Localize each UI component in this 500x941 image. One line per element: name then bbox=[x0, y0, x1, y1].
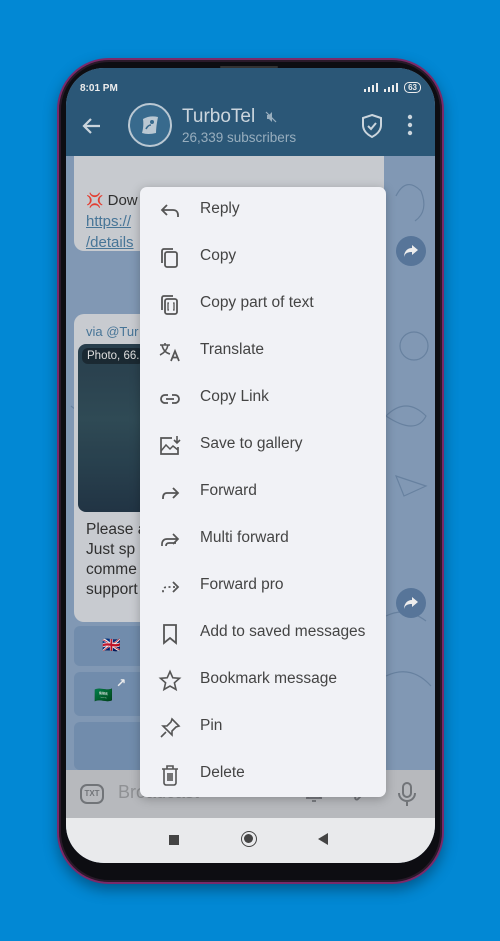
status-icons: 63 bbox=[364, 82, 421, 93]
share-button[interactable] bbox=[396, 236, 426, 266]
forward-icon bbox=[162, 487, 180, 499]
microphone-icon[interactable] bbox=[396, 781, 418, 807]
menu-item-multi-forward[interactable]: Multi forward bbox=[140, 516, 386, 563]
recents-button[interactable] bbox=[169, 835, 179, 845]
channel-name: TurboTel bbox=[182, 106, 256, 127]
menu-item-label: Multi forward bbox=[200, 529, 289, 546]
text-mode-icon[interactable]: TXT bbox=[80, 784, 104, 804]
menu-item-save-gallery[interactable]: Save to gallery bbox=[140, 422, 386, 469]
menu-item-forward-pro[interactable]: Forward pro bbox=[140, 563, 386, 610]
menu-item-translate[interactable]: Translate bbox=[140, 328, 386, 375]
nav-back-button[interactable] bbox=[318, 833, 328, 845]
pin-icon bbox=[160, 717, 181, 738]
menu-item-delete[interactable]: Delete bbox=[140, 751, 386, 798]
message-text: 💢 Dow https:// /details bbox=[86, 190, 138, 253]
menu-item-label: Copy bbox=[200, 247, 237, 264]
menu-item-label: Bookmark message bbox=[200, 670, 337, 687]
system-nav-bar bbox=[66, 818, 435, 863]
save-gallery-icon bbox=[160, 436, 181, 455]
more-vert-icon[interactable] bbox=[402, 112, 418, 138]
share-arrow-icon bbox=[404, 597, 418, 609]
home-button[interactable] bbox=[241, 831, 257, 847]
app-bar: 8:01 PM 63 TurboTel 26,339 subscribers bbox=[66, 68, 435, 156]
forward-pro-icon bbox=[162, 581, 180, 593]
copy-part-icon bbox=[161, 295, 178, 315]
message-link[interactable]: https:// bbox=[86, 213, 131, 230]
trash-icon bbox=[162, 765, 178, 786]
mute-icon bbox=[265, 111, 276, 123]
menu-item-copy-link[interactable]: Copy Link bbox=[140, 375, 386, 422]
message-text: Please a Just sp comme support bbox=[86, 520, 146, 600]
status-time: 8:01 PM bbox=[80, 83, 118, 94]
signal-4g-icon bbox=[384, 83, 399, 92]
anger-emoji-icon: 💢 bbox=[86, 192, 104, 208]
menu-item-label: Translate bbox=[200, 341, 265, 358]
text-line: comme bbox=[86, 561, 137, 578]
subscriber-count: 26,339 subscribers bbox=[182, 130, 297, 145]
share-button[interactable] bbox=[396, 588, 426, 618]
external-link-icon: ↗ bbox=[116, 676, 127, 690]
back-arrow-icon[interactable] bbox=[80, 114, 104, 138]
shield-check-icon[interactable] bbox=[360, 113, 384, 139]
menu-item-forward[interactable]: Forward bbox=[140, 469, 386, 516]
status-bar: 8:01 PM 63 bbox=[66, 68, 435, 98]
menu-item-add-saved[interactable]: Add to saved messages bbox=[140, 610, 386, 657]
menu-item-label: Pin bbox=[200, 717, 223, 734]
menu-item-label: Copy part of text bbox=[200, 294, 314, 311]
share-arrow-icon bbox=[404, 245, 418, 257]
menu-item-label: Delete bbox=[200, 764, 245, 781]
menu-item-bookmark[interactable]: Bookmark message bbox=[140, 657, 386, 704]
text-line: Please a bbox=[86, 521, 147, 538]
menu-item-label: Forward pro bbox=[200, 576, 284, 593]
text-line: Just sp bbox=[86, 541, 136, 558]
chat-header: TurboTel 26,339 subscribers bbox=[66, 98, 435, 156]
multi-forward-icon bbox=[161, 533, 180, 547]
copy-icon bbox=[161, 248, 178, 268]
menu-item-label: Add to saved messages bbox=[200, 623, 366, 640]
menu-item-label: Save to gallery bbox=[200, 435, 303, 452]
channel-avatar[interactable] bbox=[128, 103, 172, 147]
translate-icon bbox=[159, 343, 180, 362]
turbotel-logo-icon bbox=[142, 116, 158, 134]
link-icon bbox=[160, 394, 180, 404]
star-icon bbox=[158, 669, 182, 692]
battery-icon: 63 bbox=[404, 82, 421, 93]
menu-item-label: Copy Link bbox=[200, 388, 269, 405]
photo-size-label: Photo, 66. bbox=[82, 348, 145, 364]
uk-flag-icon: 🇬🇧 bbox=[102, 637, 121, 654]
menu-item-copy[interactable]: Copy bbox=[140, 234, 386, 281]
menu-item-label: Reply bbox=[200, 200, 240, 217]
via-bot-label[interactable]: via @Tur bbox=[86, 324, 138, 339]
text-line: support bbox=[86, 581, 138, 598]
channel-title[interactable]: TurboTel bbox=[182, 106, 277, 128]
menu-item-label: Forward bbox=[200, 482, 257, 499]
menu-item-reply[interactable]: Reply bbox=[140, 187, 386, 234]
menu-item-copy-part[interactable]: Copy part of text bbox=[140, 281, 386, 328]
message-context-menu: Reply Copy Copy part of text Translate C… bbox=[140, 187, 386, 797]
saudi-flag-icon: 🇸🇦 bbox=[94, 687, 113, 704]
bookmark-outline-icon bbox=[163, 624, 177, 645]
message-text-start: Dow bbox=[107, 192, 138, 209]
reply-icon bbox=[160, 204, 179, 217]
message-link-cont[interactable]: /details bbox=[86, 234, 134, 251]
signal-icon bbox=[364, 83, 379, 92]
menu-item-pin[interactable]: Pin bbox=[140, 704, 386, 751]
